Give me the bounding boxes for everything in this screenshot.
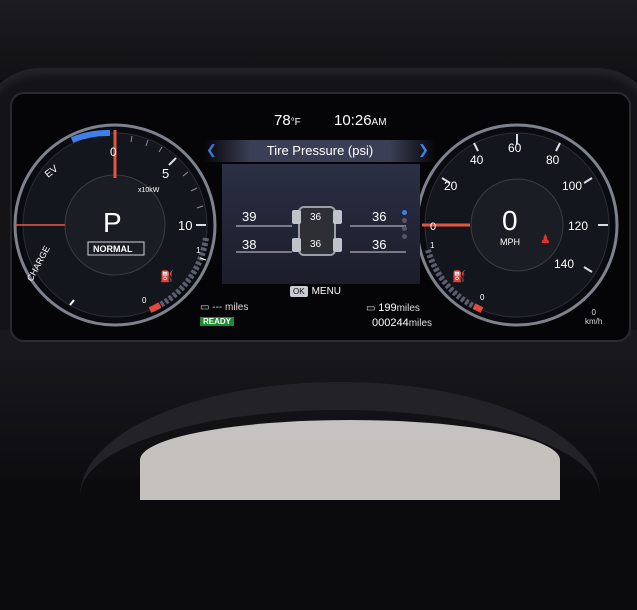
ok-button[interactable]: OK (290, 286, 308, 297)
kmh-readout: 0 km/h (585, 308, 602, 326)
tire-rear-left: 38 (242, 237, 257, 252)
screen-title: Tire Pressure (psi) (204, 140, 436, 162)
drive-mode-label: NORMAL (93, 244, 133, 254)
fuel-mark-full-right: 1 (430, 241, 435, 250)
center-display: 78°F 10:26AM ❮ Tire Pressure (psi) ❯ 39 … (204, 106, 436, 332)
speed-tick-120: 120 (568, 219, 588, 233)
fuel-mark-empty: 0 (142, 296, 147, 305)
temperature-value: 78 (274, 112, 291, 129)
power-gauge-dial: 0 5 10 x10kW EV CHARGE 1 0 ⛽ P NORMAL (13, 123, 217, 327)
clock-time: 10:26 (334, 112, 372, 129)
vehicle-front-value: 36 (310, 212, 322, 223)
fuel-mark-full: 1 (196, 246, 201, 255)
clock: 10:26AM (334, 112, 387, 129)
temperature-unit: °F (290, 117, 301, 128)
kmh-unit: km/h (585, 317, 603, 326)
wheel-rr (333, 238, 342, 252)
range-unit: miles (396, 303, 420, 314)
ev-range-value: --- (212, 302, 223, 313)
speed-tick-40: 40 (470, 153, 484, 167)
speed-tick-140: 140 (554, 257, 574, 271)
speed-tick-100: 100 (562, 179, 582, 193)
tire-front-right: 36 (372, 209, 387, 224)
wheel-fl (292, 210, 301, 224)
fuel-range: ▭ 199miles (366, 302, 420, 314)
seatbelt-warning-icon: ♟ (540, 232, 551, 246)
kmh-value: 0 (591, 308, 596, 317)
speedometer: 0 20 40 60 80 100 120 140 1 0 ⛽ 0 MPH ♟ (412, 120, 622, 330)
range-value: 199 (378, 302, 397, 314)
clock-suffix: AM (371, 117, 387, 128)
ev-range: ▭ --- miles (200, 302, 248, 313)
ev-range-unit: miles (225, 302, 249, 313)
fuel-mark-empty-right: 0 (480, 293, 485, 302)
vehicle-rear-value: 36 (310, 239, 322, 250)
page-dot (402, 218, 407, 223)
tire-front-left: 39 (242, 209, 257, 224)
next-page-icon[interactable]: ❯ (418, 142, 429, 158)
wheel-rl (292, 238, 301, 252)
page-dot (402, 226, 407, 231)
power-tick-0: 0 (110, 145, 117, 159)
ready-indicator: READY (200, 317, 235, 326)
speed-unit: MPH (500, 237, 520, 247)
gear-indicator: P (103, 207, 122, 238)
tire-rear-right: 36 (372, 237, 387, 252)
range-icon: ▭ (366, 303, 376, 314)
speedometer-dial: 0 20 40 60 80 100 120 140 1 0 ⛽ 0 MPH ♟ (415, 123, 619, 327)
status-header: 78°F 10:26AM (222, 106, 420, 136)
page-dot (402, 234, 407, 239)
odometer: 000244miles (372, 317, 432, 329)
wheel-fr (333, 210, 342, 224)
odometer-value: 000244 (372, 317, 409, 329)
battery-icon: ▭ (200, 302, 210, 313)
speed-tick-20: 20 (444, 179, 458, 193)
speed-readout: 0 (502, 205, 518, 236)
odometer-unit: miles (408, 318, 433, 329)
power-tick-5: 5 (162, 166, 169, 181)
fuel-pump-icon: ⛽ (160, 270, 174, 283)
power-unit-label: x10kW (138, 187, 160, 194)
fuel-pump-icon-right: ⛽ (452, 270, 466, 283)
speed-tick-80: 80 (546, 153, 560, 167)
vehicle-top-view-icon: 36 36 (290, 206, 344, 256)
menu-label: MENU (311, 286, 342, 297)
power-gauge: 0 5 10 x10kW EV CHARGE 1 0 ⛽ P NORMAL (10, 120, 220, 330)
speed-tick-60: 60 (508, 141, 522, 155)
page-dot-active (402, 210, 407, 215)
power-tick-10: 10 (178, 218, 192, 233)
outside-temperature: 78°F (274, 112, 301, 129)
menu-hint[interactable]: OK MENU (290, 286, 341, 297)
speed-tick-0: 0 (430, 221, 436, 233)
steering-wheel-highlight (140, 420, 560, 500)
page-indicator (402, 210, 408, 242)
